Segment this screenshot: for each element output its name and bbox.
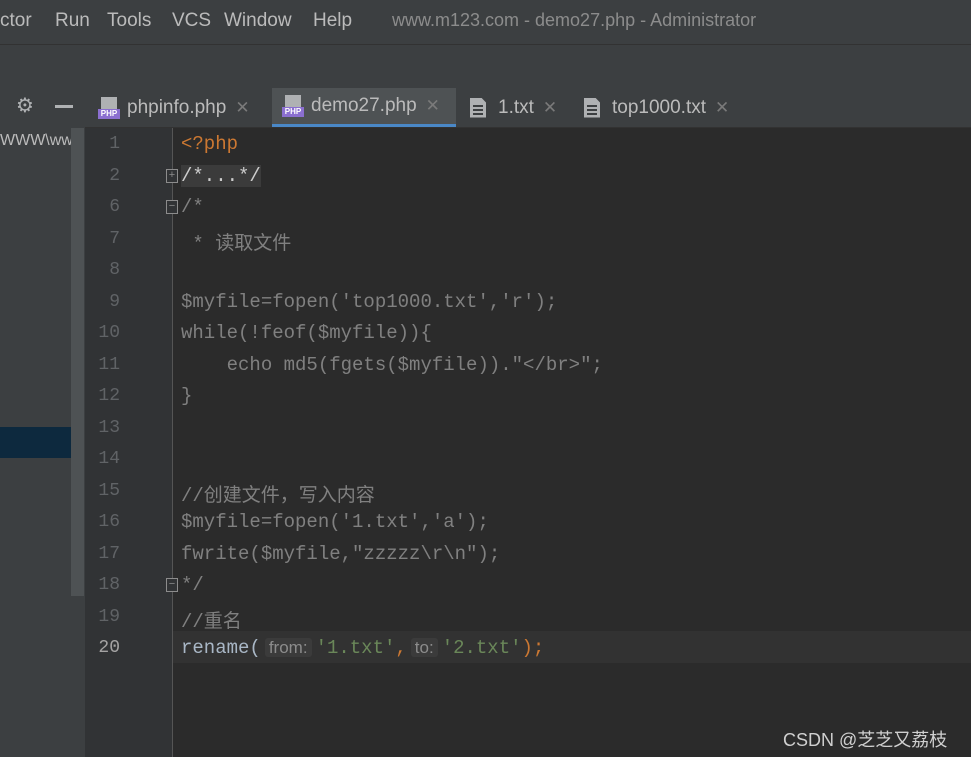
watermark: CSDN @芝芝又荔枝	[783, 730, 948, 750]
close-icon[interactable]: ✕	[426, 96, 440, 116]
line-number: 1	[109, 134, 120, 154]
line-number: 2	[109, 166, 120, 186]
code-line[interactable]: fwrite($myfile,"zzzzz\r\n");	[181, 543, 500, 565]
tab-1-txt[interactable]: 1.txt ✕	[470, 88, 570, 127]
code-line[interactable]: //重名	[181, 606, 242, 633]
menu-window-label: Window	[224, 10, 292, 31]
window-title: www.m123.com - demo27.php - Administrato…	[392, 10, 757, 30]
line-number: 14	[98, 449, 120, 469]
tab-label: top1000.txt	[612, 96, 707, 118]
function-name: rename(	[181, 637, 261, 659]
line-number: 11	[98, 355, 120, 375]
code-line[interactable]: /*	[181, 196, 204, 218]
line-number: 9	[109, 292, 120, 312]
menu-bar: ctor Run Tools VCS Window Help www.m123.…	[0, 0, 971, 44]
param-hint-to: to:	[410, 638, 438, 657]
code-line[interactable]: while(!feof($myfile)){	[181, 322, 432, 344]
code-line-folded[interactable]: /*...*/	[181, 165, 261, 187]
line-number-current: 20	[98, 638, 120, 658]
panel-scrollbar[interactable]	[71, 128, 84, 596]
tab-top1000-txt[interactable]: top1000.txt ✕	[584, 88, 744, 127]
code-line[interactable]: //创建文件，写入内容	[181, 480, 375, 507]
line-number: 17	[98, 544, 120, 564]
tab-demo27[interactable]: PHP demo27.php ✕	[272, 88, 456, 127]
code-line[interactable]: }	[181, 385, 192, 407]
code-line[interactable]: $myfile=fopen('top1000.txt','r');	[181, 291, 557, 313]
string-arg: '1.txt'	[315, 637, 396, 659]
menu-help[interactable]: Help	[313, 10, 352, 32]
line-number-gutter	[85, 128, 172, 757]
text-file-icon	[584, 97, 600, 118]
code-line[interactable]: <?php	[181, 133, 238, 155]
fold-expand-icon[interactable]: +	[166, 169, 178, 183]
code-line[interactable]: */	[181, 574, 204, 596]
fold-collapse-icon[interactable]: −	[166, 200, 178, 214]
line-number: 6	[109, 197, 120, 217]
menu-refactor[interactable]: ctor	[0, 10, 32, 32]
close-icon[interactable]: ✕	[235, 98, 249, 118]
tab-label: 1.txt	[498, 96, 534, 118]
code-line[interactable]: * 读取文件	[181, 228, 291, 255]
menu-tools[interactable]: Tools	[107, 10, 151, 32]
tab-phpinfo[interactable]: PHP phpinfo.php ✕	[98, 88, 268, 127]
fold-end-icon[interactable]: −	[166, 578, 178, 592]
code-line[interactable]: echo md5(fgets($myfile))."</br>";	[181, 354, 603, 376]
line-number: 19	[98, 607, 120, 627]
editor-tab-bar: PHP phpinfo.php ✕ PHP demo27.php ✕ 1.txt…	[0, 88, 971, 128]
tab-label: phpinfo.php	[127, 96, 227, 118]
code-line[interactable]: $myfile=fopen('1.txt','a');	[181, 511, 489, 533]
menu-help-label: Help	[313, 10, 353, 31]
php-file-icon: PHP	[282, 95, 304, 117]
close-icon[interactable]: ✕	[543, 98, 557, 118]
string-arg: '2.txt'	[441, 637, 522, 659]
close-icon[interactable]: ✕	[715, 98, 729, 118]
project-panel: ⚙ WWW\www	[0, 88, 85, 757]
line-number: 18	[98, 575, 120, 595]
tab-label: demo27.php	[311, 95, 417, 116]
menu-tools-label: Tools	[107, 10, 152, 31]
code-line-rename[interactable]: rename(from: '1.txt', to: '2.txt');	[181, 637, 544, 659]
menu-run-label: Run	[55, 10, 90, 31]
menu-window[interactable]: Window	[224, 10, 292, 32]
line-number: 16	[98, 512, 120, 532]
line-number: 13	[98, 418, 120, 438]
menu-run[interactable]: Run	[55, 10, 90, 32]
toolbar	[0, 44, 971, 89]
comma: ,	[395, 637, 407, 659]
menu-vcs[interactable]: VCS	[172, 10, 211, 32]
minimize-icon[interactable]	[55, 105, 73, 108]
text-file-icon	[470, 97, 486, 118]
line-number: 12	[98, 386, 120, 406]
line-number: 15	[98, 481, 120, 501]
line-number: 8	[109, 260, 120, 280]
line-number: 7	[109, 229, 120, 249]
statement-end: );	[521, 637, 545, 659]
line-number: 10	[98, 323, 120, 343]
php-file-icon: PHP	[98, 96, 120, 119]
param-hint-from: from:	[264, 638, 312, 657]
gear-icon[interactable]: ⚙	[16, 96, 36, 116]
